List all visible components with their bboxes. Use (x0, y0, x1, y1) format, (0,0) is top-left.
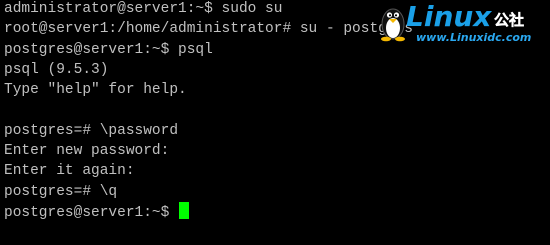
terminal-line: postgres=# \password (4, 122, 179, 139)
terminal-line: Type "help" for help. (4, 82, 187, 99)
watermark-brand: Linux (406, 0, 492, 33)
watermark-url: www.Linuxidc.com (416, 31, 532, 44)
watermark-suffix: 公社 (494, 11, 525, 29)
terminal-line: postgres=# \q (4, 183, 118, 200)
linuxidc-watermark: Linux 公社 www.Linuxidc.com (372, 0, 550, 46)
terminal-line: psql (9.5.3) (4, 61, 109, 78)
terminal-cursor (179, 201, 190, 219)
terminal-line: Enter new password: (4, 143, 170, 160)
terminal-prompt-line[interactable]: postgres@server1:~$ (4, 201, 550, 222)
terminal-line: Enter it again: (4, 163, 135, 180)
terminal-prompt: postgres@server1:~$ (4, 204, 179, 221)
tux-penguin-icon (381, 8, 405, 42)
